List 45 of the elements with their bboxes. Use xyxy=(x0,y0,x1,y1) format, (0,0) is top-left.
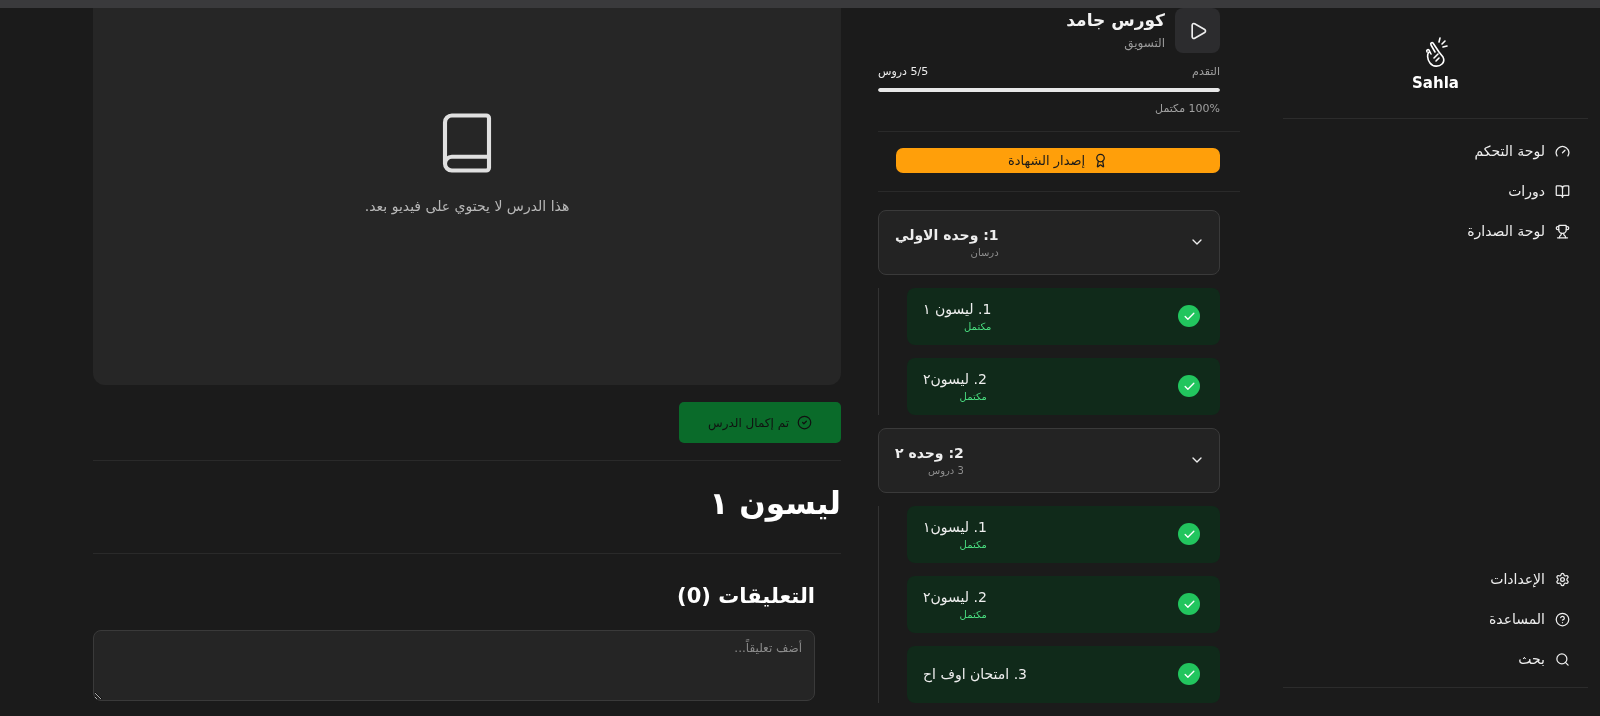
lesson-title: 2. ليسون٢ xyxy=(923,589,987,605)
check-circle-icon xyxy=(797,415,813,430)
nav-link[interactable]: الإعدادات xyxy=(1283,561,1570,597)
trophy-icon xyxy=(1555,223,1570,239)
lesson-item[interactable]: 3. امتحان اوف اح xyxy=(907,646,1220,703)
lesson-status: مكتمل xyxy=(964,321,992,332)
unit-header[interactable]: 1: وحده الاولي درسان xyxy=(878,210,1220,275)
comment-field[interactable]: أضف تعليقاً... xyxy=(93,630,815,701)
lesson-title: 1. ليسون ١ xyxy=(923,301,992,317)
certificate-button[interactable]: إصدار الشهادة xyxy=(896,147,1220,174)
lesson-title: 2. ليسون٢ xyxy=(923,371,987,387)
gauge-icon xyxy=(1555,143,1570,159)
nav-link[interactable]: المساعدة xyxy=(1283,601,1570,637)
lesson-item[interactable]: 1. ليسون ١ مكتمل xyxy=(907,288,1220,345)
course-title: كورس جامد xyxy=(1066,10,1165,30)
unit-title: 1: وحده الاولي xyxy=(895,227,999,243)
unit-lesson-count: 3 دروس xyxy=(927,465,964,476)
play-button[interactable] xyxy=(1175,8,1220,53)
book-icon xyxy=(1555,183,1570,199)
unit-lesson-count: درسان xyxy=(970,247,999,258)
brand-name: Sahla xyxy=(1412,74,1459,92)
lesson-heading: ليسون ١ xyxy=(708,484,841,524)
lesson-count: 5/5 دروس xyxy=(878,65,929,78)
unit-header[interactable]: 2: وحده ٢ 3 دروس xyxy=(878,428,1220,493)
progress-percent: 100% مكتمل xyxy=(1154,102,1220,116)
lesson-status: مكتمل xyxy=(959,609,987,620)
help-icon xyxy=(1555,611,1570,627)
lesson-item[interactable]: 2. ليسون٢ مكتمل xyxy=(907,576,1220,633)
lesson-item[interactable]: 1. ليسون١ مكتمل xyxy=(907,506,1220,563)
progress-label: التقدم xyxy=(1192,65,1220,78)
nav-link[interactable]: بحث xyxy=(1283,641,1570,677)
lesson-status: مكتمل xyxy=(959,391,987,402)
nav-link[interactable]: دورات xyxy=(1283,173,1570,209)
lesson-item[interactable]: 2. ليسون٢ مكتمل xyxy=(907,358,1220,415)
comments-heading: التعليقات (0) xyxy=(676,583,816,610)
nav-link[interactable]: لوحة التحكم xyxy=(1283,133,1570,169)
lesson-title: 3. امتحان اوف اح xyxy=(923,666,1027,683)
unit-title: 2: وحده ٢ xyxy=(895,445,964,461)
lesson-title: 1. ليسون١ xyxy=(923,519,987,535)
settings-icon xyxy=(1555,571,1570,587)
course-category: التسويق xyxy=(1123,36,1165,50)
no-video-message: هذا الدرس لا يحتوي على فيديو بعد. xyxy=(364,197,570,214)
lesson-status: مكتمل xyxy=(959,539,987,550)
nav-link[interactable]: لوحة الصدارة xyxy=(1283,213,1570,249)
search-icon xyxy=(1555,651,1570,667)
